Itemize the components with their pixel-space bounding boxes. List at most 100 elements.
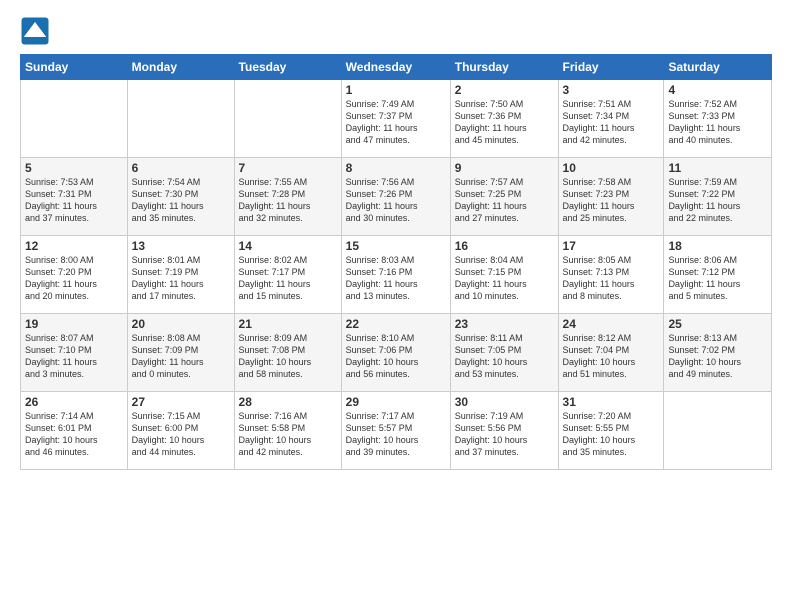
weekday-header-saturday: Saturday bbox=[664, 55, 772, 80]
day-number: 14 bbox=[239, 239, 337, 253]
day-info: Sunrise: 8:03 AM Sunset: 7:16 PM Dayligh… bbox=[346, 254, 446, 303]
calendar-cell: 1Sunrise: 7:49 AM Sunset: 7:37 PM Daylig… bbox=[341, 80, 450, 158]
day-info: Sunrise: 8:05 AM Sunset: 7:13 PM Dayligh… bbox=[563, 254, 660, 303]
day-number: 29 bbox=[346, 395, 446, 409]
weekday-header-tuesday: Tuesday bbox=[234, 55, 341, 80]
weekday-header-monday: Monday bbox=[127, 55, 234, 80]
day-info: Sunrise: 8:08 AM Sunset: 7:09 PM Dayligh… bbox=[132, 332, 230, 381]
calendar-cell: 25Sunrise: 8:13 AM Sunset: 7:02 PM Dayli… bbox=[664, 314, 772, 392]
day-info: Sunrise: 7:49 AM Sunset: 7:37 PM Dayligh… bbox=[346, 98, 446, 147]
calendar-cell: 11Sunrise: 7:59 AM Sunset: 7:22 PM Dayli… bbox=[664, 158, 772, 236]
day-info: Sunrise: 8:10 AM Sunset: 7:06 PM Dayligh… bbox=[346, 332, 446, 381]
week-row-2: 12Sunrise: 8:00 AM Sunset: 7:20 PM Dayli… bbox=[21, 236, 772, 314]
day-info: Sunrise: 7:20 AM Sunset: 5:55 PM Dayligh… bbox=[563, 410, 660, 459]
calendar-cell: 14Sunrise: 8:02 AM Sunset: 7:17 PM Dayli… bbox=[234, 236, 341, 314]
calendar-cell: 12Sunrise: 8:00 AM Sunset: 7:20 PM Dayli… bbox=[21, 236, 128, 314]
header bbox=[20, 16, 772, 46]
day-number: 11 bbox=[668, 161, 767, 175]
calendar-cell: 20Sunrise: 8:08 AM Sunset: 7:09 PM Dayli… bbox=[127, 314, 234, 392]
calendar-cell bbox=[234, 80, 341, 158]
page: SundayMondayTuesdayWednesdayThursdayFrid… bbox=[0, 0, 792, 612]
day-number: 18 bbox=[668, 239, 767, 253]
day-number: 26 bbox=[25, 395, 123, 409]
day-info: Sunrise: 8:07 AM Sunset: 7:10 PM Dayligh… bbox=[25, 332, 123, 381]
calendar-cell: 23Sunrise: 8:11 AM Sunset: 7:05 PM Dayli… bbox=[450, 314, 558, 392]
weekday-header-row: SundayMondayTuesdayWednesdayThursdayFrid… bbox=[21, 55, 772, 80]
day-info: Sunrise: 7:55 AM Sunset: 7:28 PM Dayligh… bbox=[239, 176, 337, 225]
day-info: Sunrise: 8:02 AM Sunset: 7:17 PM Dayligh… bbox=[239, 254, 337, 303]
calendar-cell: 22Sunrise: 8:10 AM Sunset: 7:06 PM Dayli… bbox=[341, 314, 450, 392]
calendar-cell: 9Sunrise: 7:57 AM Sunset: 7:25 PM Daylig… bbox=[450, 158, 558, 236]
day-number: 10 bbox=[563, 161, 660, 175]
day-number: 17 bbox=[563, 239, 660, 253]
day-info: Sunrise: 8:00 AM Sunset: 7:20 PM Dayligh… bbox=[25, 254, 123, 303]
day-number: 5 bbox=[25, 161, 123, 175]
day-number: 24 bbox=[563, 317, 660, 331]
calendar-cell: 21Sunrise: 8:09 AM Sunset: 7:08 PM Dayli… bbox=[234, 314, 341, 392]
calendar-cell: 2Sunrise: 7:50 AM Sunset: 7:36 PM Daylig… bbox=[450, 80, 558, 158]
day-number: 22 bbox=[346, 317, 446, 331]
day-number: 12 bbox=[25, 239, 123, 253]
day-number: 23 bbox=[455, 317, 554, 331]
day-info: Sunrise: 7:17 AM Sunset: 5:57 PM Dayligh… bbox=[346, 410, 446, 459]
calendar-cell: 26Sunrise: 7:14 AM Sunset: 6:01 PM Dayli… bbox=[21, 392, 128, 470]
week-row-1: 5Sunrise: 7:53 AM Sunset: 7:31 PM Daylig… bbox=[21, 158, 772, 236]
day-number: 15 bbox=[346, 239, 446, 253]
day-number: 2 bbox=[455, 83, 554, 97]
day-number: 28 bbox=[239, 395, 337, 409]
day-info: Sunrise: 8:12 AM Sunset: 7:04 PM Dayligh… bbox=[563, 332, 660, 381]
calendar-cell: 29Sunrise: 7:17 AM Sunset: 5:57 PM Dayli… bbox=[341, 392, 450, 470]
calendar-cell bbox=[664, 392, 772, 470]
calendar-cell: 13Sunrise: 8:01 AM Sunset: 7:19 PM Dayli… bbox=[127, 236, 234, 314]
day-info: Sunrise: 8:09 AM Sunset: 7:08 PM Dayligh… bbox=[239, 332, 337, 381]
calendar-cell: 3Sunrise: 7:51 AM Sunset: 7:34 PM Daylig… bbox=[558, 80, 664, 158]
day-number: 27 bbox=[132, 395, 230, 409]
day-number: 25 bbox=[668, 317, 767, 331]
day-number: 7 bbox=[239, 161, 337, 175]
day-info: Sunrise: 7:19 AM Sunset: 5:56 PM Dayligh… bbox=[455, 410, 554, 459]
weekday-header-thursday: Thursday bbox=[450, 55, 558, 80]
calendar-cell: 4Sunrise: 7:52 AM Sunset: 7:33 PM Daylig… bbox=[664, 80, 772, 158]
day-number: 19 bbox=[25, 317, 123, 331]
calendar-cell: 8Sunrise: 7:56 AM Sunset: 7:26 PM Daylig… bbox=[341, 158, 450, 236]
day-info: Sunrise: 7:52 AM Sunset: 7:33 PM Dayligh… bbox=[668, 98, 767, 147]
calendar-cell bbox=[21, 80, 128, 158]
day-number: 3 bbox=[563, 83, 660, 97]
calendar: SundayMondayTuesdayWednesdayThursdayFrid… bbox=[20, 54, 772, 470]
day-info: Sunrise: 7:15 AM Sunset: 6:00 PM Dayligh… bbox=[132, 410, 230, 459]
calendar-cell: 18Sunrise: 8:06 AM Sunset: 7:12 PM Dayli… bbox=[664, 236, 772, 314]
calendar-cell: 31Sunrise: 7:20 AM Sunset: 5:55 PM Dayli… bbox=[558, 392, 664, 470]
day-number: 31 bbox=[563, 395, 660, 409]
calendar-cell: 16Sunrise: 8:04 AM Sunset: 7:15 PM Dayli… bbox=[450, 236, 558, 314]
day-info: Sunrise: 8:13 AM Sunset: 7:02 PM Dayligh… bbox=[668, 332, 767, 381]
calendar-cell: 17Sunrise: 8:05 AM Sunset: 7:13 PM Dayli… bbox=[558, 236, 664, 314]
day-info: Sunrise: 7:56 AM Sunset: 7:26 PM Dayligh… bbox=[346, 176, 446, 225]
day-info: Sunrise: 7:54 AM Sunset: 7:30 PM Dayligh… bbox=[132, 176, 230, 225]
day-info: Sunrise: 8:06 AM Sunset: 7:12 PM Dayligh… bbox=[668, 254, 767, 303]
day-number: 16 bbox=[455, 239, 554, 253]
day-number: 9 bbox=[455, 161, 554, 175]
day-info: Sunrise: 8:11 AM Sunset: 7:05 PM Dayligh… bbox=[455, 332, 554, 381]
day-info: Sunrise: 7:50 AM Sunset: 7:36 PM Dayligh… bbox=[455, 98, 554, 147]
week-row-4: 26Sunrise: 7:14 AM Sunset: 6:01 PM Dayli… bbox=[21, 392, 772, 470]
day-number: 6 bbox=[132, 161, 230, 175]
logo bbox=[20, 16, 52, 46]
calendar-cell: 7Sunrise: 7:55 AM Sunset: 7:28 PM Daylig… bbox=[234, 158, 341, 236]
calendar-cell: 30Sunrise: 7:19 AM Sunset: 5:56 PM Dayli… bbox=[450, 392, 558, 470]
calendar-cell: 10Sunrise: 7:58 AM Sunset: 7:23 PM Dayli… bbox=[558, 158, 664, 236]
day-info: Sunrise: 7:14 AM Sunset: 6:01 PM Dayligh… bbox=[25, 410, 123, 459]
weekday-header-wednesday: Wednesday bbox=[341, 55, 450, 80]
calendar-cell: 6Sunrise: 7:54 AM Sunset: 7:30 PM Daylig… bbox=[127, 158, 234, 236]
day-info: Sunrise: 7:57 AM Sunset: 7:25 PM Dayligh… bbox=[455, 176, 554, 225]
day-info: Sunrise: 7:59 AM Sunset: 7:22 PM Dayligh… bbox=[668, 176, 767, 225]
day-number: 13 bbox=[132, 239, 230, 253]
weekday-header-sunday: Sunday bbox=[21, 55, 128, 80]
calendar-cell: 5Sunrise: 7:53 AM Sunset: 7:31 PM Daylig… bbox=[21, 158, 128, 236]
day-info: Sunrise: 7:58 AM Sunset: 7:23 PM Dayligh… bbox=[563, 176, 660, 225]
week-row-3: 19Sunrise: 8:07 AM Sunset: 7:10 PM Dayli… bbox=[21, 314, 772, 392]
weekday-header-friday: Friday bbox=[558, 55, 664, 80]
day-number: 4 bbox=[668, 83, 767, 97]
calendar-cell: 24Sunrise: 8:12 AM Sunset: 7:04 PM Dayli… bbox=[558, 314, 664, 392]
calendar-cell: 28Sunrise: 7:16 AM Sunset: 5:58 PM Dayli… bbox=[234, 392, 341, 470]
day-number: 30 bbox=[455, 395, 554, 409]
